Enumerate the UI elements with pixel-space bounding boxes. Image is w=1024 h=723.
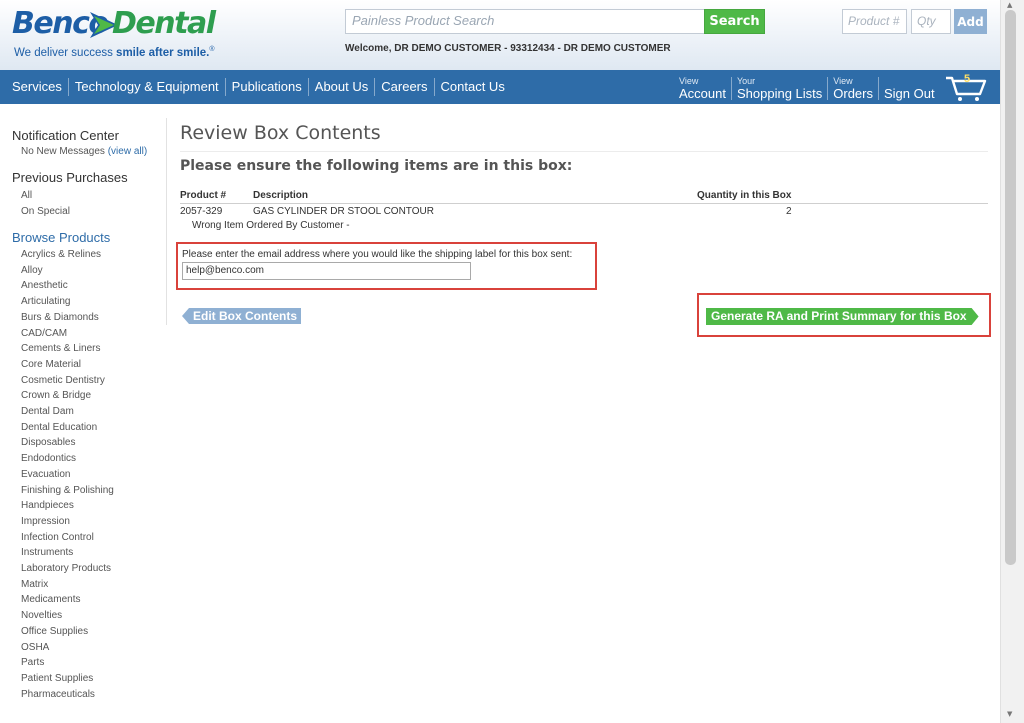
- category-item[interactable]: Instruments: [12, 545, 162, 561]
- category-item[interactable]: Acrylics & Relines: [12, 247, 162, 263]
- category-item[interactable]: Matrix: [12, 577, 162, 593]
- product-number-input[interactable]: Product #: [842, 9, 907, 34]
- sidebar: Notification Center No New Messages (vie…: [12, 128, 162, 702]
- category-item[interactable]: Laboratory Products: [12, 561, 162, 577]
- title-divider: [180, 151, 988, 152]
- category-item[interactable]: Medicaments: [12, 592, 162, 608]
- page-scrollbar[interactable]: ▲ ▼: [1000, 0, 1024, 723]
- category-item[interactable]: Office Supplies: [12, 624, 162, 640]
- page-subtitle: Please ensure the following items are in…: [180, 158, 573, 174]
- category-item[interactable]: Endodontics: [12, 451, 162, 467]
- scroll-up-icon[interactable]: ▲: [1007, 1, 1012, 9]
- category-item[interactable]: Evacuation: [12, 467, 162, 483]
- cart-count-badge: 5: [964, 73, 971, 85]
- row-return-reason: Wrong Item Ordered By Customer -: [192, 220, 350, 231]
- nav-view-orders[interactable]: View Orders: [828, 77, 879, 100]
- category-item[interactable]: Anesthetic: [12, 278, 162, 294]
- category-item[interactable]: Disposables: [12, 435, 162, 451]
- category-item[interactable]: Burs & Diamonds: [12, 310, 162, 326]
- nav-links: Services Technology & Equipment Publicat…: [6, 70, 511, 104]
- logo-word-dental: Dental: [112, 6, 216, 41]
- nav-item-careers[interactable]: Careers: [375, 78, 435, 96]
- logo-tagline: We deliver success smile after smile.®: [14, 46, 215, 59]
- category-item[interactable]: Infection Control: [12, 530, 162, 546]
- email-highlight-box: Please enter the email address where you…: [176, 242, 597, 290]
- email-field[interactable]: help@benco.com: [182, 262, 471, 280]
- welcome-message: Welcome, DR DEMO CUSTOMER - 93312434 - D…: [345, 43, 671, 54]
- account-nav: View Account Your Shopping Lists View Or…: [674, 74, 940, 100]
- category-item[interactable]: Cements & Liners: [12, 341, 162, 357]
- table-divider: [180, 203, 988, 204]
- previous-purchases-all[interactable]: All: [12, 188, 162, 204]
- category-item[interactable]: Articulating: [12, 294, 162, 310]
- nav-shopping-lists[interactable]: Your Shopping Lists: [732, 77, 829, 100]
- nav-item-services[interactable]: Services: [6, 78, 69, 96]
- main-nav: Services Technology & Equipment Publicat…: [0, 70, 1000, 104]
- notification-status: No New Messages (view all): [21, 146, 148, 157]
- category-item[interactable]: Impression: [12, 514, 162, 530]
- scroll-thumb[interactable]: [1005, 10, 1016, 565]
- category-item[interactable]: Dental Dam: [12, 404, 162, 420]
- generate-ra-button[interactable]: Generate RA and Print Summary for this B…: [706, 308, 979, 325]
- nav-view-account[interactable]: View Account: [674, 77, 732, 100]
- category-item[interactable]: Patient Supplies: [12, 671, 162, 687]
- nav-sign-out[interactable]: Sign Out: [879, 86, 940, 100]
- category-item[interactable]: Novelties: [12, 608, 162, 624]
- scroll-down-icon[interactable]: ▼: [1007, 710, 1012, 718]
- column-header-product: Product #: [180, 190, 227, 201]
- category-item[interactable]: Cosmetic Dentistry: [12, 373, 162, 389]
- row-product-number: 2057-329: [180, 206, 223, 217]
- browse-products-heading[interactable]: Browse Products: [12, 230, 162, 245]
- edit-box-contents-button[interactable]: Edit Box Contents: [182, 308, 301, 324]
- shopping-cart[interactable]: 5: [944, 72, 988, 102]
- category-item[interactable]: OSHA: [12, 640, 162, 656]
- generate-highlight-box: Generate RA and Print Summary for this B…: [697, 293, 991, 337]
- category-item[interactable]: Handpieces: [12, 498, 162, 514]
- add-button[interactable]: Add: [954, 9, 987, 34]
- search-input[interactable]: Painless Product Search: [345, 9, 705, 34]
- row-quantity: 2: [786, 206, 792, 217]
- site-header: Benco Dental We deliver success smile af…: [0, 0, 1000, 70]
- view-all-link[interactable]: (view all): [108, 146, 147, 157]
- category-item[interactable]: Dental Education: [12, 420, 162, 436]
- benco-dental-logo[interactable]: Benco Dental We deliver success smile af…: [12, 4, 222, 64]
- category-item[interactable]: Parts: [12, 655, 162, 671]
- nav-item-publications[interactable]: Publications: [226, 78, 309, 96]
- column-header-quantity: Quantity in this Box: [697, 190, 792, 201]
- quantity-input[interactable]: Qty: [911, 9, 951, 34]
- category-item[interactable]: Alloy: [12, 263, 162, 279]
- previous-purchases-on-special[interactable]: On Special: [12, 204, 162, 220]
- category-list: Acrylics & Relines Alloy Anesthetic Articul…: [12, 247, 162, 702]
- category-item[interactable]: Finishing & Polishing: [12, 483, 162, 499]
- sidebar-divider: [166, 118, 167, 325]
- search-button[interactable]: Search: [704, 9, 765, 34]
- category-item[interactable]: CAD/CAM: [12, 326, 162, 342]
- nav-item-technology-equipment[interactable]: Technology & Equipment: [69, 78, 226, 96]
- previous-purchases-heading: Previous Purchases: [12, 170, 128, 185]
- nav-item-about-us[interactable]: About Us: [309, 78, 376, 96]
- nav-item-contact-us[interactable]: Contact Us: [435, 78, 511, 96]
- page-title: Review Box Contents: [180, 122, 381, 144]
- row-description: GAS CYLINDER DR STOOL CONTOUR: [253, 206, 434, 217]
- category-item[interactable]: Pharmaceuticals: [12, 687, 162, 703]
- notification-center-heading[interactable]: Notification Center: [12, 128, 162, 143]
- category-item[interactable]: Crown & Bridge: [12, 388, 162, 404]
- category-item[interactable]: Core Material: [12, 357, 162, 373]
- column-header-description: Description: [253, 190, 309, 201]
- email-label: Please enter the email address where you…: [182, 249, 573, 260]
